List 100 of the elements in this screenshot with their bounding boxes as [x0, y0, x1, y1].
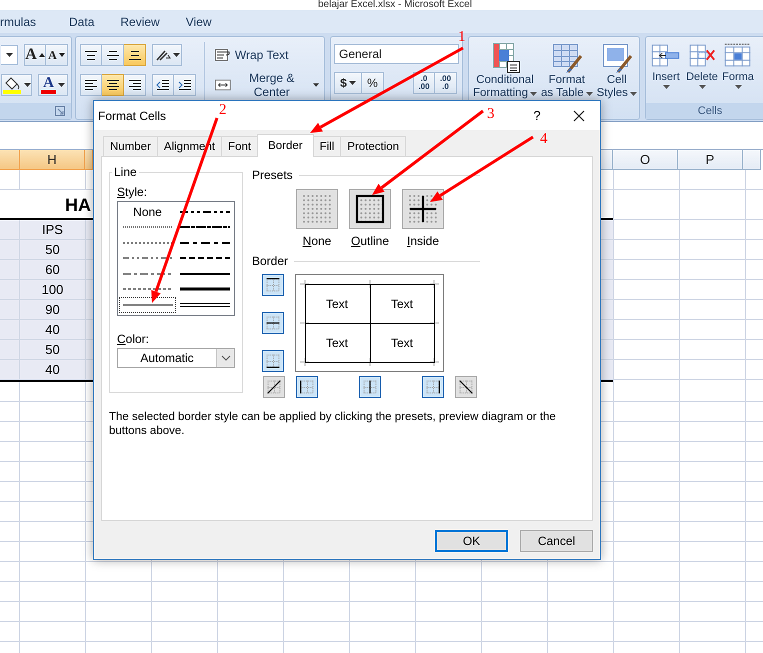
increase-indent-icon: [178, 79, 192, 91]
cells-button[interactable]: Forma: [720, 42, 756, 103]
vertical-align-button[interactable]: [80, 44, 102, 66]
style-label: Style:: [117, 185, 148, 199]
line-style-option[interactable]: [119, 297, 176, 312]
border-button[interactable]: [296, 376, 318, 398]
caret-icon: [172, 53, 180, 57]
border-button[interactable]: [262, 312, 284, 334]
no-border-icon: [301, 193, 333, 225]
preset-label: Outline: [350, 234, 390, 248]
decimal-button[interactable]: .0 .00: [413, 72, 435, 94]
table-cell-text: IPS: [41, 221, 64, 239]
caret-icon: [734, 85, 742, 89]
table-cell-text: 90: [44, 301, 61, 319]
preset-button[interactable]: [402, 189, 444, 229]
annotation-number: 2: [219, 102, 226, 118]
up-triangle-icon: [38, 53, 45, 57]
ribbon-tab[interactable]: rmulas: [0, 14, 36, 28]
number-format-field[interactable]: General: [334, 44, 459, 64]
table-cell-text: 50: [44, 241, 61, 259]
align-right-icon: [128, 79, 142, 91]
shrink-font-button[interactable]: A: [46, 44, 68, 66]
cells-button[interactable]: Delete: [684, 42, 720, 103]
line-style-list[interactable]: None: [117, 201, 235, 316]
align-center-icon: [106, 79, 120, 91]
horizontal-align-button[interactable]: [80, 74, 102, 96]
section-heading: Presets: [252, 168, 293, 182]
window-title: belajar Excel.xlsx - Microsoft Excel: [318, 0, 473, 10]
column-header[interactable]: O: [613, 150, 678, 170]
line-sample-icon: [180, 285, 230, 294]
caret-icon: [630, 92, 637, 96]
caret-icon: [58, 83, 65, 87]
caret-icon: [312, 83, 319, 87]
dialog-tab[interactable]: Protection: [340, 136, 406, 156]
section-heading: Border: [252, 254, 288, 268]
paint-bucket-icon: [2, 76, 22, 94]
caret-icon: [530, 92, 537, 96]
annotation-number: 1: [458, 29, 466, 45]
vertical-align-button[interactable]: [102, 44, 124, 66]
ribbon-tab[interactable]: Review: [120, 14, 160, 28]
border-button[interactable]: [422, 376, 444, 398]
ok-button[interactable]: OK: [435, 530, 508, 552]
column-header[interactable]: P: [678, 150, 743, 170]
border-button[interactable]: [455, 376, 477, 398]
table-cell-text: 40: [44, 361, 61, 379]
merge-cells-icon: [214, 78, 231, 92]
grow-font-button[interactable]: A: [24, 44, 46, 66]
decimal-button[interactable]: .00 .0: [435, 72, 457, 94]
group-label: Cells: [698, 105, 722, 117]
border-button[interactable]: [359, 376, 381, 398]
caret-icon: [24, 83, 31, 87]
horizontal-align-button[interactable]: [102, 74, 124, 96]
border-button[interactable]: [262, 350, 284, 372]
border-button[interactable]: [263, 376, 285, 398]
decrease-indent-icon: [156, 79, 170, 91]
table-title: HA: [65, 194, 91, 217]
ribbon-tab[interactable]: Data: [69, 14, 94, 28]
border-preview[interactable]: Text Text Text Text: [295, 274, 444, 372]
caret-icon: [6, 53, 12, 57]
fill-color-button[interactable]: [1, 74, 32, 96]
font-size-field[interactable]: [1, 45, 18, 65]
dialog-launcher-icon[interactable]: [55, 106, 65, 116]
merge-center-button[interactable]: Merge & Center: [212, 74, 321, 96]
horizontal-align-button[interactable]: [124, 74, 146, 96]
color-dropdown[interactable]: Automatic: [117, 348, 235, 368]
angled-text-icon: [154, 48, 170, 62]
ribbon-tab[interactable]: View: [186, 14, 212, 28]
table-cell-text: 50: [44, 341, 61, 359]
cancel-button[interactable]: Cancel: [520, 530, 593, 552]
currency-button[interactable]: $: [334, 72, 362, 94]
percent-button[interactable]: %: [362, 72, 384, 94]
cells-button[interactable]: Insert: [648, 42, 684, 103]
decrease-indent-button[interactable]: [152, 74, 174, 96]
caret-icon: [586, 92, 593, 96]
table-cell-text: 40: [44, 321, 61, 339]
line-style-option[interactable]: None: [119, 204, 176, 220]
align-middle-icon: [106, 50, 120, 60]
increase-indent-button[interactable]: [174, 74, 196, 96]
preset-button[interactable]: [349, 189, 391, 229]
group-heading: Line: [113, 165, 138, 179]
dialog-tab[interactable]: Number: [103, 136, 158, 156]
dialog-tab[interactable]: Border: [257, 134, 314, 157]
vertical-align-button[interactable]: [124, 44, 146, 66]
table-cell-text: 100: [40, 281, 64, 299]
align-left-icon: [84, 79, 98, 91]
preview-text: Text: [391, 336, 413, 350]
caret-icon: [698, 85, 706, 89]
wrap-text-icon: [214, 48, 231, 62]
down-triangle-icon: [58, 53, 65, 57]
help-button[interactable]: ?: [522, 104, 552, 128]
annotation-number: 3: [487, 106, 494, 122]
font-color-button[interactable]: A: [38, 74, 68, 96]
color-label: Color:: [117, 332, 150, 346]
column-header[interactable]: H: [20, 150, 85, 170]
chevron-down-icon: [220, 355, 230, 361]
border-button[interactable]: [262, 274, 284, 296]
wrap-text-button[interactable]: Wrap Text: [212, 44, 321, 66]
align-top-icon: [84, 50, 98, 60]
description-text: The selected border style can be applied by clicking the presets, preview diagram or the buttons above.: [109, 410, 557, 438]
orientation-button[interactable]: [152, 44, 182, 66]
